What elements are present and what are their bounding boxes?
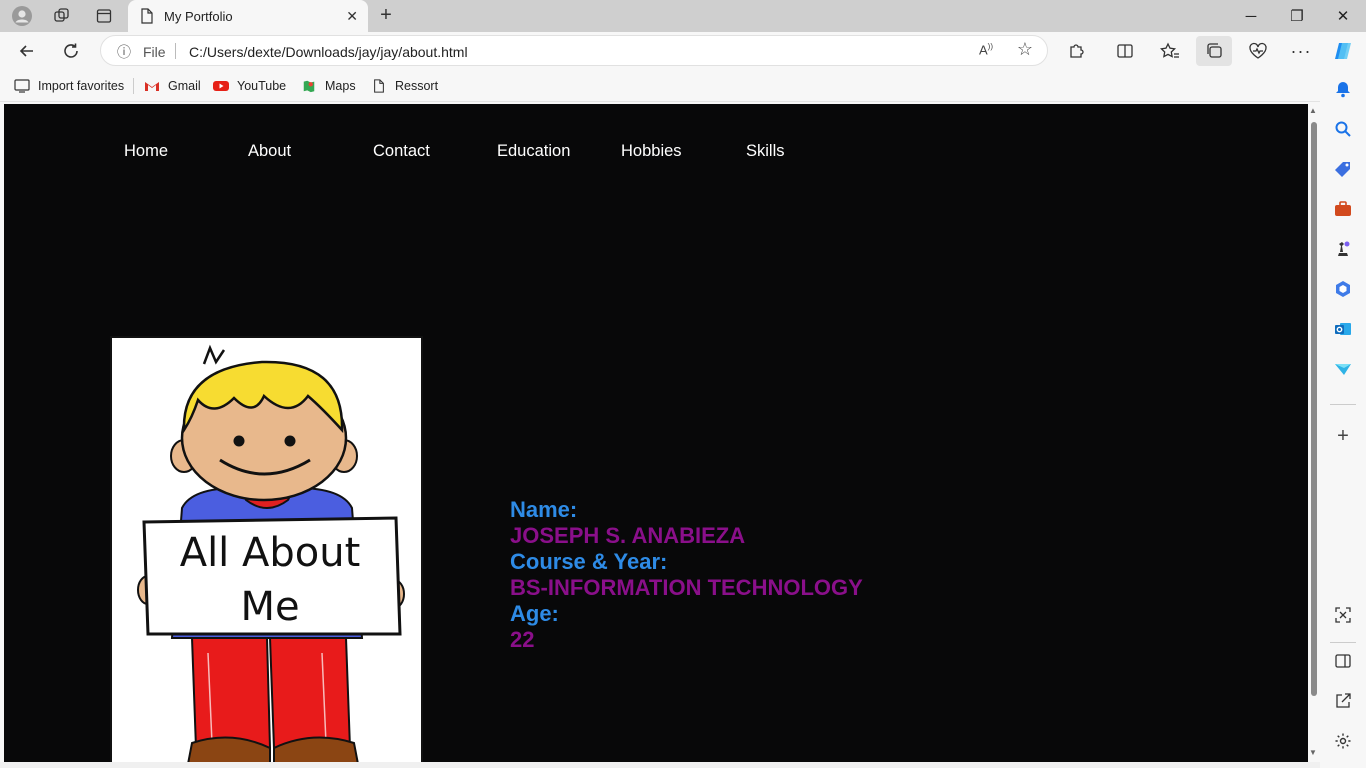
sidebar-settings-gear-icon[interactable]: [1331, 732, 1355, 756]
favorites-divider: [133, 78, 134, 94]
page-viewport: Home About Contact Education Hobbies Ski…: [4, 104, 1308, 762]
send-drop-icon[interactable]: [1331, 360, 1355, 384]
address-bar[interactable]: ⓘ File C:/Users/dexte/Downloads/jay/jay/…: [100, 35, 1048, 66]
shopping-tag-icon[interactable]: [1331, 160, 1355, 184]
favorites-bar: Import favorites Gmail YouTube Maps Ress…: [0, 70, 1366, 102]
info-icon[interactable]: ⓘ: [117, 42, 131, 62]
nav-contact-link[interactable]: Contact: [373, 142, 430, 161]
name-value: JOSEPH S. ANABIEZA: [510, 523, 746, 548]
scroll-up-icon[interactable]: ▲: [1309, 106, 1317, 115]
collections-icon: [1207, 43, 1222, 58]
nav-education-link[interactable]: Education: [497, 142, 570, 161]
personal-info: Name: JOSEPH S. ANABIEZA Course & Year: …: [510, 497, 863, 653]
age-value: 22: [510, 627, 535, 652]
restore-button[interactable]: ❐: [1274, 0, 1320, 32]
settings-more-button[interactable]: ···: [1286, 36, 1316, 66]
tab-strip: My Portfolio ✕ + ─ ❐ ✕: [0, 0, 1366, 32]
sidebar-divider: [1330, 642, 1356, 643]
favorite-label: Ressort: [395, 79, 439, 93]
collections-button[interactable]: [1196, 36, 1232, 66]
youtube-icon: [213, 81, 229, 91]
refresh-button[interactable]: [56, 36, 86, 66]
page-icon: [374, 79, 384, 93]
games-chess-icon[interactable]: [1331, 240, 1355, 264]
favorites-button[interactable]: [1155, 36, 1185, 66]
tab-actions-button[interactable]: [90, 4, 118, 28]
profile-button[interactable]: [8, 4, 36, 28]
open-external-icon[interactable]: [1331, 692, 1355, 716]
scheme-label: File: [143, 44, 166, 60]
favorite-import[interactable]: Import favorites: [14, 77, 124, 95]
scroll-thumb[interactable]: [1311, 122, 1317, 696]
puzzle-icon: [1070, 44, 1084, 58]
heartbeat-icon: [1249, 42, 1267, 59]
name-label: Name:: [510, 497, 578, 522]
close-window-button[interactable]: ✕: [1320, 0, 1366, 32]
browser-essentials-button[interactable]: [1243, 36, 1273, 66]
boy-holding-sign-illustration: All About Me: [137, 344, 405, 762]
favorite-star-icon[interactable]: ☆: [1017, 39, 1033, 60]
sign-text-line1: All About: [180, 530, 361, 576]
workspaces-button[interactable]: [48, 4, 76, 28]
tab-title: My Portfolio: [164, 9, 233, 24]
nav-about-link[interactable]: About: [248, 142, 291, 161]
course-label: Course & Year:: [510, 549, 668, 574]
horizontal-scroll-strip: [0, 762, 1320, 768]
nav-home-link[interactable]: Home: [124, 142, 168, 161]
hide-sidebar-icon[interactable]: [1331, 652, 1355, 676]
close-tab-icon[interactable]: ✕: [346, 8, 358, 25]
outlook-icon[interactable]: [1331, 320, 1355, 344]
favorite-gmail[interactable]: Gmail: [144, 77, 201, 95]
nav-skills-link[interactable]: Skills: [746, 142, 785, 161]
toolbar: ⓘ File C:/Users/dexte/Downloads/jay/jay/…: [0, 32, 1366, 70]
url-text[interactable]: C:/Users/dexte/Downloads/jay/jay/about.h…: [189, 44, 468, 60]
microsoft-365-icon[interactable]: [1331, 280, 1355, 304]
all-about-me-image: All About Me: [110, 336, 423, 762]
maps-icon: [303, 80, 315, 93]
scroll-down-icon[interactable]: ▼: [1309, 748, 1317, 757]
favorites-icon: [1160, 42, 1179, 58]
add-sidebar-app-icon[interactable]: +: [1331, 424, 1355, 448]
page-scrollbar[interactable]: ▲ ▼: [1308, 104, 1320, 762]
course-value: BS-INFORMATION TECHNOLOGY: [510, 575, 863, 600]
extensions-button[interactable]: [1062, 36, 1092, 66]
import-icon: [14, 79, 30, 93]
favorite-label: Maps: [325, 79, 356, 93]
tools-briefcase-icon[interactable]: [1331, 200, 1355, 224]
vertical-tabs-icon: [96, 9, 112, 23]
gmail-icon: [145, 82, 159, 91]
new-tab-button[interactable]: +: [374, 4, 398, 28]
nav-hobbies-link[interactable]: Hobbies: [621, 142, 682, 161]
split-screen-button[interactable]: [1110, 36, 1140, 66]
search-icon[interactable]: [1331, 120, 1355, 144]
age-label: Age:: [510, 601, 559, 626]
back-arrow-icon: [19, 45, 33, 57]
copilot-button[interactable]: [1328, 36, 1358, 66]
favorite-youtube[interactable]: YouTube: [213, 77, 286, 95]
back-button[interactable]: [12, 36, 42, 66]
screenshot-icon[interactable]: [1331, 606, 1355, 630]
favorite-ressort[interactable]: Ressort: [371, 77, 438, 95]
ellipsis-icon: ···: [1290, 40, 1312, 61]
favorite-label: Gmail: [168, 79, 201, 93]
split-screen-icon: [1117, 44, 1133, 58]
favorite-maps[interactable]: Maps: [301, 77, 356, 95]
minimize-button[interactable]: ─: [1228, 0, 1274, 32]
page-icon: [141, 8, 153, 24]
profile-icon: [12, 6, 32, 26]
copilot-icon: [1335, 43, 1351, 59]
refresh-icon: [64, 43, 78, 58]
notifications-bell-icon[interactable]: [1331, 80, 1355, 104]
edge-sidebar: +: [1320, 70, 1366, 768]
favorite-label: YouTube: [237, 79, 287, 93]
active-tab[interactable]: My Portfolio ✕: [128, 0, 368, 32]
sidebar-divider: [1330, 404, 1356, 405]
favorite-label: Import favorites: [38, 79, 125, 93]
sign-text-line2: Me: [240, 584, 299, 630]
address-divider: [175, 43, 176, 59]
read-aloud-icon[interactable]: A)): [979, 42, 993, 57]
workspaces-icon: [54, 8, 69, 22]
